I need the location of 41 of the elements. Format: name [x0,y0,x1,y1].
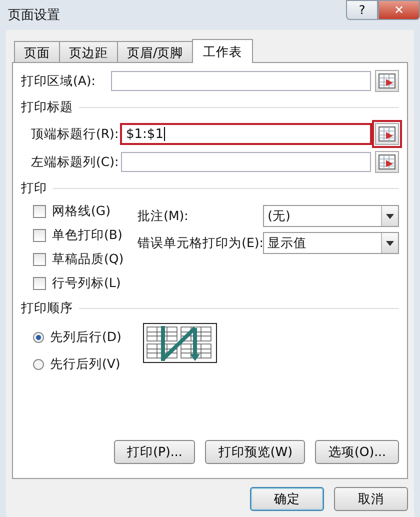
dropdown-arrow-icon [386,214,394,218]
input-field[interactable] [121,152,371,172]
checkbox-label: 网格线(G) [52,203,110,220]
tab[interactable]: 页边距 [59,41,118,62]
section-heading: 打印标题 [21,99,73,116]
tab[interactable]: 工作表 [192,39,254,63]
checkbox[interactable] [33,253,46,266]
dropdown[interactable]: (无) [262,205,399,227]
window-title: 页面设置 [8,7,60,24]
radio-label: 先列后行(D) [50,329,122,346]
field-label: 左端标题列(C): [31,154,117,170]
section-heading: 打印顺序 [21,300,73,317]
dropdown[interactable]: 显示值 [262,232,399,254]
checkbox[interactable] [33,205,46,218]
dropdown-label: 批注(M): [138,208,190,224]
range-picker-button[interactable] [375,151,399,173]
dialog-button[interactable]: 选项(O)... [315,440,399,464]
radio-button[interactable] [33,332,44,343]
field-label: 顶端标题行(R): [31,126,117,142]
dropdown-arrow-icon [386,240,394,246]
input-field[interactable]: $1:$1 [121,124,371,144]
help-button[interactable]: ? [346,0,378,20]
radio-button[interactable] [33,359,44,370]
tab[interactable]: 页眉/页脚 [117,41,194,62]
dialog-button[interactable]: 取消 [334,487,408,511]
range-picker-button[interactable] [375,123,399,145]
dialog-button[interactable]: 打印预览(W) [205,440,306,464]
checkbox[interactable] [33,229,46,242]
dialog-button[interactable]: 打印(P)... [114,440,196,464]
checkbox-label: 单色打印(B) [52,227,122,244]
dialog-button[interactable]: 确定 [250,487,324,511]
checkbox-label: 草稿品质(Q) [52,251,124,268]
checkbox[interactable] [33,277,46,290]
range-picker-button[interactable] [375,70,399,92]
dropdown-label: 错误单元格打印为(E): [138,234,263,252]
checkbox-label: 行号列标(L) [52,275,121,292]
radio-label: 先行后列(V) [50,356,120,373]
section-heading: 打印 [21,180,47,197]
field-label: 打印区域(A): [21,72,97,90]
tab[interactable]: 页面 [14,41,60,62]
input-field[interactable] [111,71,371,91]
